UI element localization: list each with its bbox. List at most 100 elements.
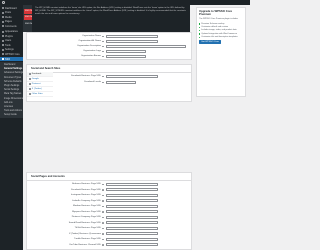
info-icon[interactable] [102, 216, 104, 219]
promo-feature: Premium Schema markup [199, 23, 243, 26]
submenu-advanced-settings[interactable]: Advanced Settings [0, 71, 23, 75]
info-icon[interactable] [102, 205, 104, 208]
info-icon[interactable] [102, 183, 104, 186]
sidebar-item-comments[interactable]: Comments [0, 24, 23, 28]
info-icon[interactable] [102, 227, 104, 230]
wrench-icon [1, 44, 4, 46]
wordpress-icon[interactable] [2, 1, 5, 4]
tumblr-url-input[interactable] [106, 237, 158, 241]
field-label: Facebook Business Page URL [71, 75, 101, 77]
pinterest-icon [29, 83, 31, 85]
sidebar-item-tools[interactable]: Tools [0, 43, 23, 47]
tab-other-sites[interactable]: Other Sites [27, 92, 53, 97]
facebook-page-url-input[interactable] [106, 74, 158, 78]
field-label: Organization Banner [80, 55, 101, 57]
info-icon[interactable] [102, 244, 104, 246]
promo-feature: Includes image, video, and product data [199, 29, 243, 32]
organization-alt-name-input[interactable] [106, 39, 158, 43]
sidebar-item-dashboard[interactable]: Dashboard [0, 6, 23, 10]
tiktok-url-input[interactable] [106, 226, 158, 230]
sidebar-item-label: Settings [5, 48, 14, 51]
sidebar-item-label: Posts [5, 11, 11, 14]
submenu-meta-tag-names[interactable]: Meta Tag Names [0, 92, 23, 96]
info-icon[interactable] [102, 189, 104, 191]
sidebar-item-media[interactable]: Media [0, 15, 23, 19]
organization-panel: Organization Name Organization Alt. Name… [26, 32, 192, 60]
info-icon[interactable] [102, 233, 104, 235]
info-icon[interactable] [102, 35, 104, 38]
x-icon [29, 88, 31, 90]
field-label: LinkedIn Company Page URL [72, 199, 101, 202]
field-label: Organization Description [77, 45, 101, 47]
social-tabs: Facebook Google Pinterest X (Twitter) Ot… [27, 72, 53, 97]
submenu-setup-guide[interactable]: Setup Guide [0, 113, 23, 117]
dashboard-icon [1, 7, 4, 9]
instagram-url-input[interactable] [106, 193, 158, 197]
sidebar-item-appearance[interactable]: Appearance [0, 30, 23, 34]
field-label: Medium Business Page URL [73, 205, 101, 207]
organization-logo-input[interactable] [106, 49, 146, 53]
sidebar-item-wpsso-core[interactable]: WPSSO Core [0, 52, 23, 56]
info-icon[interactable] [102, 55, 104, 58]
sidebar-item-posts[interactable]: Posts [0, 11, 23, 15]
sidebar-item-label: WPSSO Core [5, 52, 20, 56]
field-label: Facebook Locale [84, 81, 101, 83]
field-label: Tumblr Business Page URL [74, 238, 101, 240]
field-label: Organization Logo [83, 50, 101, 52]
behance-url-input[interactable] [106, 182, 158, 186]
tab-label: X (Twitter) [31, 88, 42, 90]
medium-url-input[interactable] [106, 204, 158, 208]
facebook-locale-select[interactable] [106, 80, 136, 84]
promo-feature: Customize title and description template… [199, 36, 243, 39]
sidebar-item-pages[interactable]: Pages [0, 20, 23, 24]
info-icon[interactable] [102, 45, 104, 48]
page-icon [1, 20, 4, 23]
globe-icon [29, 93, 31, 95]
sidebar-item-label: Appearance [5, 30, 18, 33]
social-pages-panel: Social Pages and Accounts Behance Busine… [26, 172, 192, 250]
info-icon[interactable] [102, 222, 104, 224]
tab-label: Facebook [31, 73, 42, 75]
sidebar-item-label: SSO [5, 57, 11, 61]
info-icon[interactable] [102, 194, 104, 197]
sidebar-item-settings[interactable]: Settings [0, 48, 23, 52]
info-icon[interactable] [102, 200, 104, 202]
info-icon[interactable] [102, 50, 104, 53]
sidebar-item-plugins[interactable]: Plugins [0, 34, 23, 38]
info-icon[interactable] [102, 238, 104, 241]
field-label: Organization Name [82, 35, 101, 37]
sidebar-item-users[interactable]: Users [0, 39, 23, 43]
info-icon[interactable] [102, 81, 104, 84]
linkedin-url-input[interactable] [106, 199, 158, 203]
myspace-url-input[interactable] [106, 210, 158, 214]
panel-title: Social and Search Sites [31, 67, 61, 70]
promo-text: The WPSSO Core Premium plugin includes: [199, 18, 239, 21]
x-username-input[interactable] [106, 232, 158, 236]
sidebar-item-label: Pages [5, 20, 12, 23]
sidebar-item-label: Users [5, 39, 12, 42]
info-icon[interactable] [102, 211, 104, 213]
tab-label: Google [31, 78, 39, 80]
promo-feature-list: Premium Schema markup Customize default … [199, 23, 243, 39]
facebook-icon [29, 73, 31, 75]
pinterest-url-input[interactable] [106, 215, 158, 219]
tab-label: Other Sites [31, 93, 43, 95]
soundcloud-url-input[interactable] [106, 221, 158, 225]
info-icon[interactable] [102, 75, 104, 78]
field-label: TikTok Business Page URL [74, 227, 101, 229]
tab-label: Pinterest [31, 83, 41, 85]
field-label: SoundCloud Business Page URL [68, 221, 101, 224]
sidebar-item-sso[interactable]: SSO [0, 57, 23, 61]
organization-name-input[interactable] [106, 34, 158, 38]
info-icon[interactable] [102, 40, 104, 43]
organization-banner-input[interactable] [106, 54, 146, 58]
facebook-url-input[interactable] [106, 188, 158, 192]
get-premium-button[interactable]: Get WPSSO Core Premium [199, 40, 221, 47]
comment-icon [1, 25, 4, 27]
sidebar-item-label: Media [5, 15, 12, 19]
organization-description-input[interactable] [106, 44, 186, 48]
field-label: YouTube Business Channel URL [69, 243, 101, 246]
youtube-url-input[interactable] [106, 243, 158, 247]
field-label: Organization Alt. Name [78, 40, 102, 42]
field-label: Facebook Business Page URL [71, 188, 101, 191]
